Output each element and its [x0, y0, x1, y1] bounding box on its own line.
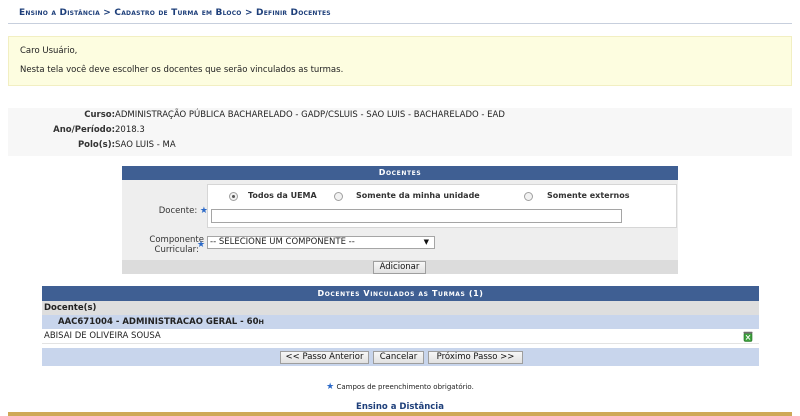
proximo-passo-button[interactable]: Próximo Passo >>	[428, 351, 523, 364]
radio-todos-uema[interactable]	[229, 192, 238, 201]
radio-externos[interactable]	[524, 192, 533, 201]
polo-value: SAO LUIS - MA	[115, 140, 176, 150]
group-suffix: H	[258, 318, 264, 326]
periodo-label: Ano/Período:	[53, 125, 115, 135]
component-group-row: AAC671004 - ADMINISTRACAO GERAL - 60H	[42, 315, 759, 329]
breadcrumb-divider	[8, 23, 792, 24]
docente-name: ABISAI DE OLIVEIRA SOUSA	[44, 331, 161, 341]
radio-externos-label[interactable]: Somente externos	[547, 191, 629, 200]
breadcrumb-separator: >	[103, 8, 112, 18]
add-row: Adicionar	[122, 260, 678, 274]
column-header-docentes: Docente(s)	[42, 301, 759, 315]
footer-divider	[8, 412, 792, 416]
nav-row: << Passo Anterior Cancelar Próximo Passo…	[42, 348, 759, 366]
breadcrumb-item-definir-docentes: Definir Docentes	[256, 8, 331, 18]
docentes-vinculados-table: Docentes Vinculados as Turmas (1) Docent…	[42, 286, 759, 369]
remove-icon[interactable]	[743, 331, 753, 342]
componente-label-line2: Curricular:	[154, 245, 199, 255]
radio-todos-uema-label[interactable]: Todos da UEMA	[248, 191, 317, 200]
table-row: ABISAI DE OLIVEIRA SOUSA	[42, 329, 759, 344]
course-info: Curso: ADMINISTRAÇÃO PÚBLICA BACHARELADO…	[8, 108, 792, 156]
curso-value: ADMINISTRAÇÃO PÚBLICA BACHARELADO - GADP…	[115, 110, 505, 120]
adicionar-button[interactable]: Adicionar	[373, 261, 426, 274]
group-label: AAC671004 - ADMINISTRACAO GERAL - 60	[58, 317, 259, 327]
required-note: ★ Campos de preenchimento obrigatório.	[0, 382, 800, 392]
breadcrumb-separator: >	[244, 8, 253, 18]
cancel-button[interactable]: Cancelar	[373, 351, 424, 364]
radio-minha-unidade-label[interactable]: Somente da minha unidade	[356, 191, 480, 200]
required-star-icon: ★	[197, 240, 206, 250]
required-star-icon: ★	[326, 382, 335, 392]
componente-label: Componente Curricular:	[149, 235, 204, 255]
footer-title: Ensino a Distância	[356, 402, 444, 412]
docente-label: Docente:	[158, 206, 198, 216]
docente-panel: Todos da UEMA Somente da minha unidade S…	[207, 184, 677, 228]
componente-selected-value: -- SELECIONE UM COMPONENTE --	[210, 237, 355, 247]
breadcrumb: Ensino a Distância > Cadastro de Turma e…	[19, 8, 331, 18]
notice-message: Nesta tela você deve escolher os docente…	[20, 65, 344, 75]
table-title: Docentes Vinculados as Turmas (1)	[42, 286, 759, 301]
form-title: Docentes	[122, 166, 678, 180]
passo-anterior-button[interactable]: << Passo Anterior	[280, 351, 369, 364]
curso-label: Curso:	[84, 110, 115, 120]
required-note-text: Campos de preenchimento obrigatório.	[336, 383, 474, 391]
componente-select[interactable]: -- SELECIONE UM COMPONENTE -- ▼	[207, 236, 435, 249]
periodo-value: 2018.3	[115, 125, 145, 135]
docente-input[interactable]	[211, 209, 622, 223]
radio-minha-unidade[interactable]	[334, 192, 343, 201]
breadcrumb-item-cadastro[interactable]: Cadastro de Turma em Bloco	[114, 8, 241, 18]
notice-greeting: Caro Usuário,	[20, 46, 78, 56]
polo-label: Polo(s):	[77, 140, 115, 150]
notice-box: Caro Usuário, Nesta tela você deve escol…	[8, 36, 792, 86]
docentes-form: Docentes Docente: ★ Todos da UEMA Soment…	[122, 166, 678, 274]
breadcrumb-item-ead[interactable]: Ensino a Distância	[19, 8, 100, 18]
componente-label-line1: Componente	[149, 235, 204, 245]
docente-label-wrap: Docente: ★	[159, 206, 208, 216]
dropdown-arrow-icon: ▼	[423, 238, 429, 246]
